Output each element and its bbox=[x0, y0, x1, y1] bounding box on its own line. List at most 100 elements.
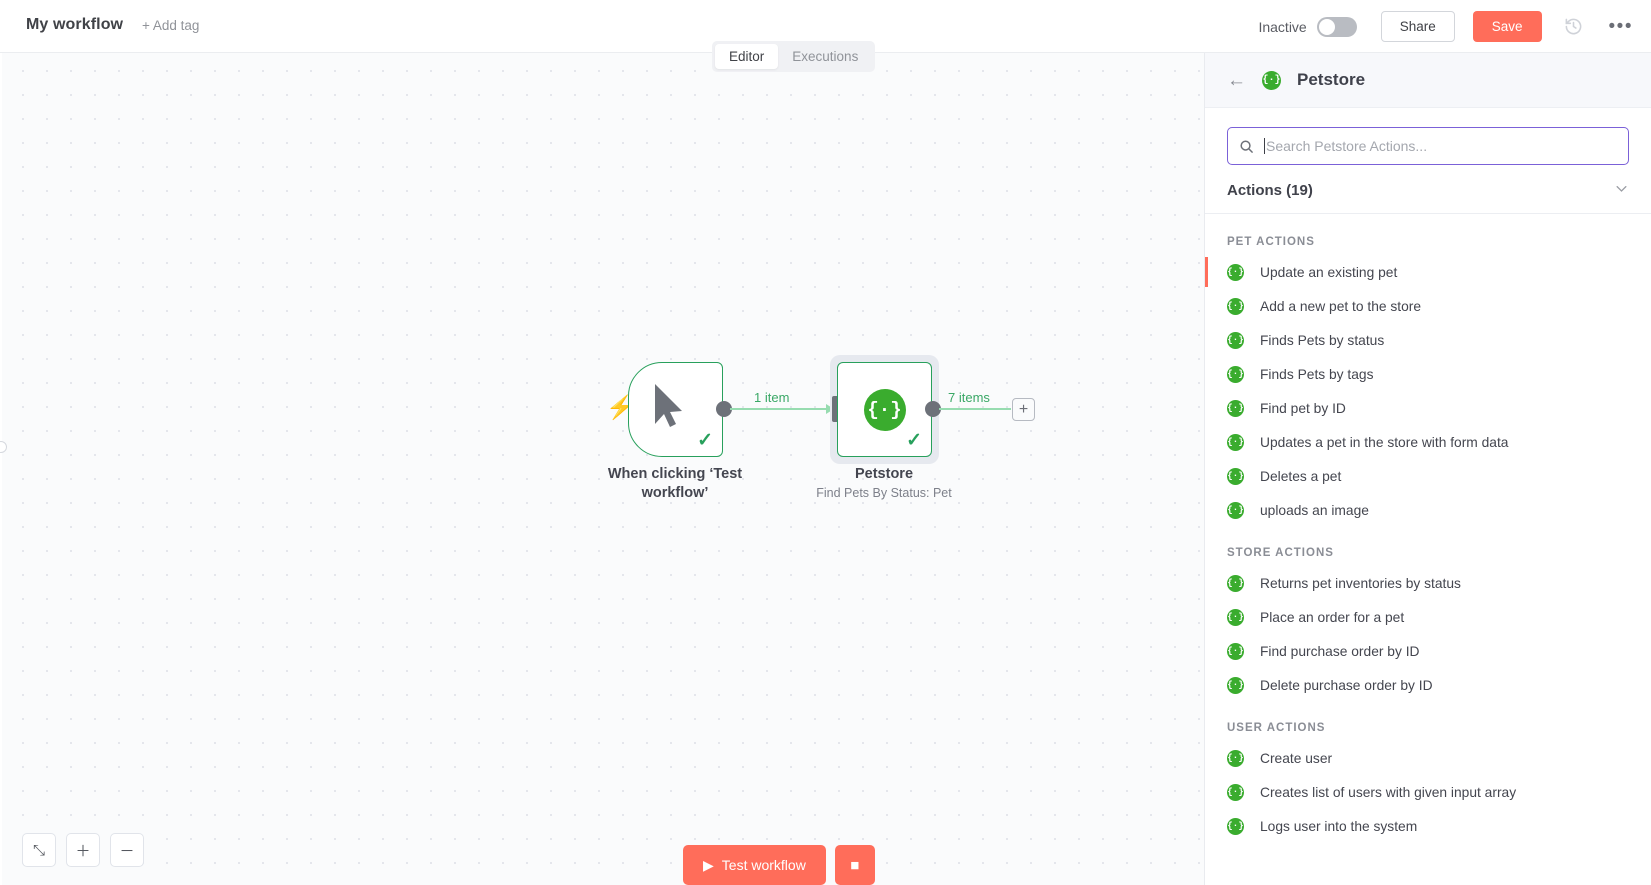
action-label: uploads an image bbox=[1260, 502, 1369, 518]
more-options-icon[interactable]: ••• bbox=[1609, 17, 1633, 36]
activation-status-label: Inactive bbox=[1258, 18, 1307, 35]
node-actions-panel: ← {·} Petstore Actions (19) bbox=[1205, 53, 1651, 885]
petstore-braces-icon: {·} bbox=[1227, 365, 1244, 383]
zoom-out-icon[interactable]: － bbox=[110, 833, 144, 867]
zoom-in-icon[interactable]: ＋ bbox=[66, 833, 100, 867]
node-label-line2: workflow’ bbox=[641, 485, 709, 501]
petstore-braces-icon: {·} bbox=[1227, 501, 1244, 519]
node-petstore[interactable]: {·} ✓ bbox=[837, 362, 932, 457]
panel-title: Petstore bbox=[1297, 70, 1366, 89]
test-workflow-label: Test workflow bbox=[721, 857, 806, 873]
action-item-find-pet-by-id[interactable]: {·} Find pet by ID bbox=[1205, 391, 1651, 425]
action-label: Creates list of users with given input a… bbox=[1260, 784, 1517, 800]
action-label: Add a new pet to the store bbox=[1260, 298, 1422, 314]
panel-search-wrapper bbox=[1205, 108, 1651, 165]
action-label: Finds Pets by status bbox=[1260, 332, 1385, 348]
toolbar-actions: Inactive Share Save ••• bbox=[1258, 0, 1633, 53]
group-title-user-actions: USER ACTIONS bbox=[1227, 722, 1326, 734]
action-label: Deletes a pet bbox=[1260, 468, 1342, 484]
petstore-braces-icon: {·} bbox=[1227, 642, 1244, 660]
petstore-braces-icon: {·} bbox=[1227, 817, 1244, 835]
text-caret bbox=[1264, 138, 1265, 154]
toggle-knob bbox=[1318, 18, 1335, 35]
play-icon: ▶ bbox=[703, 856, 714, 873]
stop-workflow-button[interactable]: ■ bbox=[834, 845, 875, 885]
group-title-store-actions: STORE ACTIONS bbox=[1227, 547, 1334, 559]
history-icon[interactable] bbox=[1564, 17, 1583, 36]
canvas-zoom-controls: ⤡ ＋ － bbox=[22, 833, 144, 867]
action-label: Find purchase order by ID bbox=[1260, 643, 1420, 659]
petstore-braces-icon: {·} bbox=[1227, 433, 1244, 451]
node-label-trigger: When clicking ‘Test workflow’ bbox=[575, 465, 775, 503]
actions-header-label: Actions (19) bbox=[1227, 181, 1313, 199]
petstore-braces-icon: {·} bbox=[1227, 676, 1244, 694]
action-item-deletes-a-pet[interactable]: {·} Deletes a pet bbox=[1205, 459, 1651, 493]
add-node-button[interactable]: + bbox=[1012, 398, 1035, 421]
petstore-braces-icon: {·} bbox=[1227, 783, 1244, 801]
workflow-run-controls: ▶ Test workflow ■ bbox=[683, 845, 875, 885]
action-item-returns-pet-inventories-by-status[interactable]: {·} Returns pet inventories by status bbox=[1205, 566, 1651, 600]
editor-executions-tabs: Editor Executions bbox=[712, 41, 876, 72]
petstore-braces-icon: {·} bbox=[1227, 467, 1244, 485]
workflow-title[interactable]: My workflow bbox=[26, 16, 123, 34]
node-success-check-icon: ✓ bbox=[906, 430, 922, 451]
action-item-place-an-order-for-a-pet[interactable]: {·} Place an order for a pet bbox=[1205, 600, 1651, 634]
back-arrow-icon[interactable]: ← bbox=[1227, 71, 1246, 90]
zoom-fit-icon[interactable]: ⤡ bbox=[22, 833, 56, 867]
action-label: Finds Pets by tags bbox=[1260, 366, 1374, 382]
action-label: Logs user into the system bbox=[1260, 818, 1418, 834]
action-label: Create user bbox=[1260, 750, 1333, 766]
action-label: Returns pet inventories by status bbox=[1260, 575, 1461, 591]
action-item-creates-list-of-users-with-given-input-array[interactable]: {·} Creates list of users with given inp… bbox=[1205, 775, 1651, 809]
petstore-braces-icon: {·} bbox=[1227, 608, 1244, 626]
petstore-braces-icon: {·} bbox=[1227, 574, 1244, 592]
petstore-braces-icon: {·} bbox=[863, 388, 906, 431]
node-manual-trigger[interactable]: ✓ bbox=[628, 362, 723, 457]
cursor-pointer-icon bbox=[655, 384, 682, 427]
action-item-uploads-an-image[interactable]: {·} uploads an image bbox=[1205, 493, 1651, 527]
connection-label-1: 1 item bbox=[754, 390, 790, 405]
tab-editor[interactable]: Editor bbox=[715, 44, 779, 69]
activation-toggle[interactable] bbox=[1316, 16, 1357, 37]
share-button[interactable]: Share bbox=[1380, 11, 1455, 42]
add-tag-button[interactable]: + Add tag bbox=[142, 18, 199, 33]
group-title-pet-actions: PET ACTIONS bbox=[1227, 236, 1315, 248]
action-item-add-a-new-pet-to-the-store[interactable]: {·} Add a new pet to the store bbox=[1205, 289, 1651, 323]
node-label-petstore: Petstore bbox=[854, 466, 914, 482]
petstore-braces-icon: {·} bbox=[1227, 331, 1244, 349]
action-item-delete-purchase-order-by-id[interactable]: {·} Delete purchase order by ID bbox=[1205, 668, 1651, 702]
connection-line-1[interactable] bbox=[730, 408, 832, 410]
node-success-check-icon: ✓ bbox=[697, 430, 713, 451]
workflow-canvas[interactable]: ⚡ ✓ When clicking ‘Test workflow’ 1 item… bbox=[0, 0, 1205, 885]
action-item-updates-a-pet-in-the-store-with-form-data[interactable]: {·} Updates a pet in the store with form… bbox=[1205, 425, 1651, 459]
panel-resize-handle[interactable] bbox=[0, 441, 7, 453]
panel-header: ← {·} Petstore bbox=[1205, 53, 1651, 108]
search-icon bbox=[1239, 139, 1254, 154]
petstore-braces-icon: {·} bbox=[1227, 297, 1244, 315]
connection-label-2: 7 items bbox=[948, 390, 990, 405]
n8n-workflow-editor: ⚡ ✓ When clicking ‘Test workflow’ 1 item… bbox=[0, 0, 1651, 885]
test-workflow-button[interactable]: ▶ Test workflow bbox=[683, 845, 826, 885]
actions-section-header[interactable]: Actions (19) bbox=[1205, 181, 1651, 214]
action-label: Delete purchase order by ID bbox=[1260, 677, 1433, 693]
action-item-logs-user-into-the-system[interactable]: {·} Logs user into the system bbox=[1205, 809, 1651, 843]
action-item-finds-pets-by-tags[interactable]: {·} Finds Pets by tags bbox=[1205, 357, 1651, 391]
action-label: Updates a pet in the store with form dat… bbox=[1260, 434, 1509, 450]
action-label: Place an order for a pet bbox=[1260, 609, 1405, 625]
action-item-find-purchase-order-by-id[interactable]: {·} Find purchase order by ID bbox=[1205, 634, 1651, 668]
petstore-braces-icon: {·} bbox=[1227, 263, 1244, 281]
action-item-update-an-existing-pet[interactable]: {·} Update an existing pet bbox=[1205, 255, 1651, 289]
connection-line-2[interactable] bbox=[939, 408, 1011, 410]
action-item-finds-pets-by-status[interactable]: {·} Finds Pets by status bbox=[1205, 323, 1651, 357]
search-box[interactable] bbox=[1227, 127, 1629, 165]
chevron-down-icon[interactable] bbox=[1614, 181, 1629, 199]
tab-executions[interactable]: Executions bbox=[778, 44, 872, 69]
petstore-braces-icon: {·} bbox=[1227, 399, 1244, 417]
node-sublabel-petstore: Find Pets By Status: Pet bbox=[816, 486, 952, 500]
save-button[interactable]: Save bbox=[1472, 11, 1542, 42]
action-item-create-user[interactable]: {·} Create user bbox=[1205, 741, 1651, 775]
action-label: Update an existing pet bbox=[1260, 264, 1398, 280]
petstore-braces-icon: {·} bbox=[1227, 749, 1244, 767]
search-input[interactable] bbox=[1266, 138, 1617, 154]
actions-list[interactable]: PET ACTIONS {·} Update an existing pet {… bbox=[1205, 214, 1651, 885]
